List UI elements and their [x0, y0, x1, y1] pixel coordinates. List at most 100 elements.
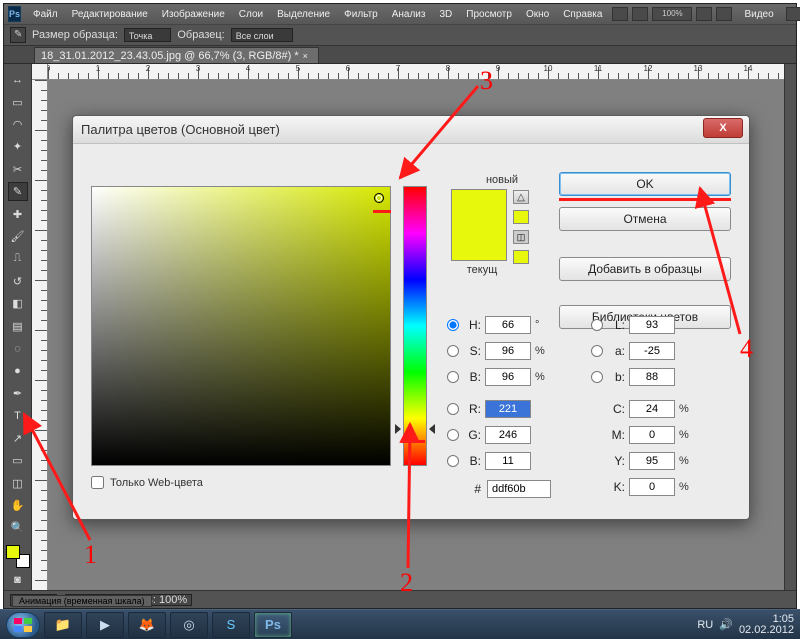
gradient-tool[interactable]: ▤	[8, 316, 28, 335]
system-tray[interactable]: RU 🔊 1:05 02.02.2012	[697, 614, 794, 636]
r-input[interactable]	[485, 400, 531, 418]
add-swatch-button[interactable]: Добавить в образцы	[559, 257, 731, 281]
wand-tool[interactable]: ✦	[8, 137, 28, 156]
taskbar-chrome-icon[interactable]: ◎	[170, 612, 208, 638]
dialog-titlebar[interactable]: Палитра цветов (Основной цвет) X	[73, 116, 749, 144]
web-colors-checkbox[interactable]	[91, 476, 104, 489]
menu-edit[interactable]: Редактирование	[66, 7, 154, 22]
color-preview-swatch[interactable]	[451, 189, 507, 261]
taskbar-firefox-icon[interactable]: 🦊	[128, 612, 166, 638]
menu-select[interactable]: Выделение	[271, 7, 336, 22]
screenmode-icon[interactable]	[716, 7, 732, 21]
hex-input[interactable]	[487, 480, 551, 498]
ok-button[interactable]: OK	[559, 172, 731, 196]
tray-lang[interactable]: RU	[697, 619, 713, 631]
menu-analysis[interactable]: Анализ	[386, 7, 432, 22]
zoom-tool[interactable]: 🔍	[8, 518, 28, 537]
taskbar-photoshop-icon[interactable]: Ps	[254, 612, 292, 638]
gamut-warning-icon[interactable]: △	[513, 190, 529, 204]
b-input[interactable]	[629, 368, 675, 386]
close-tab-icon[interactable]: ×	[303, 51, 308, 61]
fg-bg-swatch[interactable]	[6, 545, 30, 568]
view-extras-icon[interactable]	[632, 7, 648, 21]
tray-flag-icon[interactable]: 🔊	[719, 618, 733, 631]
l-radio[interactable]	[591, 319, 603, 331]
document-tab[interactable]: 18_31.01.2012_23.43.05.jpg @ 66,7% (3, R…	[34, 47, 319, 63]
s-input[interactable]	[485, 342, 531, 360]
r-radio[interactable]	[447, 403, 459, 415]
workspace-switcher[interactable]: Видео	[736, 9, 781, 20]
g-radio[interactable]	[447, 429, 459, 441]
path-tool[interactable]: ↗	[8, 429, 28, 448]
web-colors-checkbox-row[interactable]: Только Web-цвета	[91, 476, 203, 489]
history-brush-tool[interactable]: ↺	[8, 272, 28, 291]
panels-collapsed[interactable]	[784, 64, 796, 590]
ruler-vertical[interactable]	[32, 80, 48, 590]
taskbar-skype-icon[interactable]: S	[212, 612, 250, 638]
crop-tool[interactable]: ✂	[8, 160, 28, 179]
start-button[interactable]	[6, 612, 40, 638]
bv-radio[interactable]	[447, 371, 459, 383]
menu-layers[interactable]: Слои	[233, 7, 269, 22]
shape-tool[interactable]: ▭	[8, 451, 28, 470]
move-tool[interactable]: ↔	[8, 70, 28, 89]
type-tool[interactable]: T	[8, 406, 28, 425]
heal-tool[interactable]: ✚	[8, 204, 28, 223]
menu-view[interactable]: Просмотр	[460, 7, 518, 22]
a-input[interactable]	[629, 342, 675, 360]
dodge-tool[interactable]: ●	[8, 361, 28, 380]
current-color-swatch[interactable]	[452, 225, 506, 260]
ruler-horizontal[interactable]: 0123456789101112131415	[48, 64, 784, 80]
brush-tool[interactable]: 🖌	[8, 227, 28, 246]
bb-input[interactable]	[485, 452, 531, 470]
eyedropper-tool[interactable]: ✎	[8, 182, 28, 201]
b-radio[interactable]	[591, 371, 603, 383]
menu-3d[interactable]: 3D	[433, 7, 458, 22]
quickmask-tool[interactable]: ◙	[8, 571, 28, 590]
k-input[interactable]	[629, 478, 675, 496]
taskbar-explorer-icon[interactable]: 📁	[44, 612, 82, 638]
eraser-tool[interactable]: ◧	[8, 294, 28, 313]
timeline-panel-tab[interactable]: Анимация (временная шкала)	[12, 595, 152, 607]
stamp-tool[interactable]: ⎍	[8, 249, 28, 268]
h-radio[interactable]	[447, 319, 459, 331]
tray-clock[interactable]: 1:05 02.02.2012	[739, 614, 794, 636]
launch-bridge-icon[interactable]	[612, 7, 628, 21]
bb-radio[interactable]	[447, 455, 459, 467]
h-input[interactable]	[485, 316, 531, 334]
websafe-swatch-icon[interactable]	[513, 250, 529, 264]
c-input[interactable]	[629, 400, 675, 418]
menu-help[interactable]: Справка	[557, 7, 608, 22]
menu-window[interactable]: Окно	[520, 7, 555, 22]
close-button[interactable]: X	[703, 118, 743, 138]
gamut-swatch-icon[interactable]	[513, 210, 529, 224]
sample-size-dropdown[interactable]: Точка	[124, 28, 171, 42]
saturation-value-field[interactable]	[91, 186, 391, 466]
blur-tool[interactable]: ◌	[8, 339, 28, 358]
hand-tool[interactable]: ✋	[8, 496, 28, 515]
l-input[interactable]	[629, 316, 675, 334]
a-radio[interactable]	[591, 345, 603, 357]
eyedropper-tool-icon[interactable]	[10, 27, 26, 43]
marquee-tool[interactable]: ▭	[8, 92, 28, 111]
websafe-warning-icon[interactable]: ◫	[513, 230, 529, 244]
taskbar-media-icon[interactable]: ▶	[86, 612, 124, 638]
satval-cursor-icon[interactable]	[374, 193, 384, 203]
workspace-chevron-icon[interactable]	[786, 7, 800, 21]
menu-filter[interactable]: Фильтр	[338, 7, 384, 22]
bv-input[interactable]	[485, 368, 531, 386]
menu-image[interactable]: Изображение	[156, 7, 231, 22]
s-radio[interactable]	[447, 345, 459, 357]
arrange-icon[interactable]	[696, 7, 712, 21]
3d-tool[interactable]: ◫	[8, 473, 28, 492]
lasso-tool[interactable]: ◠	[8, 115, 28, 134]
hue-slider[interactable]	[403, 186, 427, 466]
y-input[interactable]	[629, 452, 675, 470]
zoom-dd[interactable]: 100%	[652, 7, 692, 21]
fg-color-swatch[interactable]	[6, 545, 20, 559]
sample-layers-dropdown[interactable]: Все слои	[231, 28, 293, 42]
pen-tool[interactable]: ✒	[8, 384, 28, 403]
m-input[interactable]	[629, 426, 675, 444]
g-input[interactable]	[485, 426, 531, 444]
menu-file[interactable]: Файл	[27, 7, 64, 22]
